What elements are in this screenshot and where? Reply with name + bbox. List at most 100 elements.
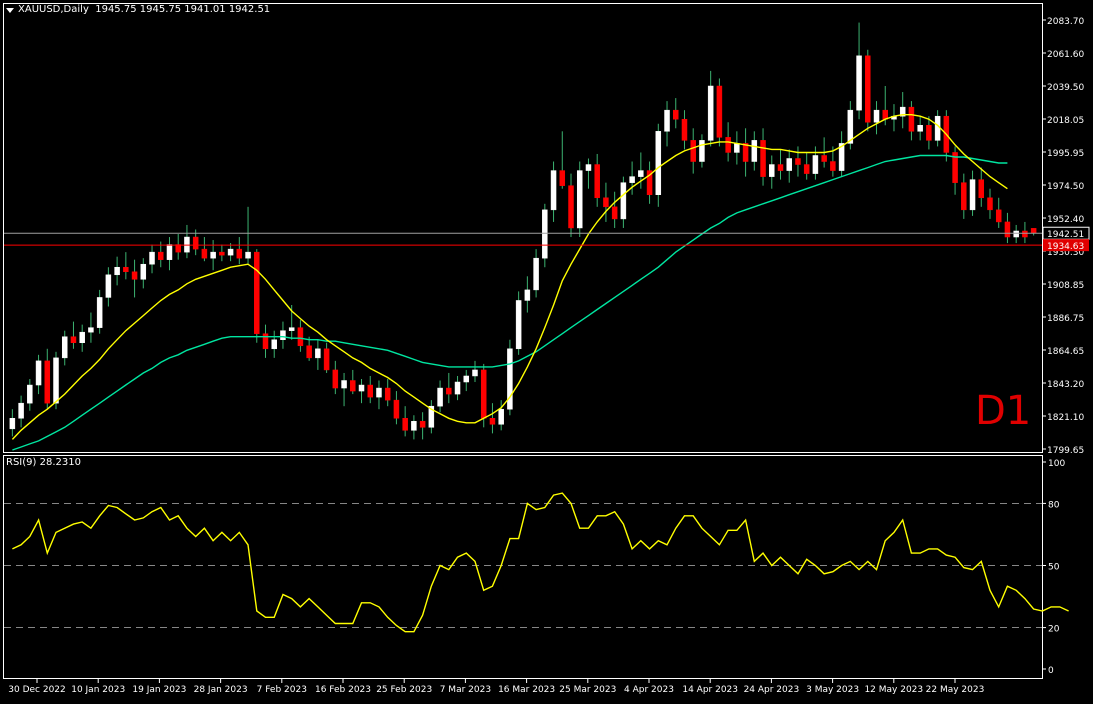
candle-body[interactable] xyxy=(926,125,932,141)
candle-body[interactable] xyxy=(463,375,470,383)
candle-body[interactable] xyxy=(367,384,373,398)
candle-body[interactable] xyxy=(341,380,347,389)
candle-body[interactable] xyxy=(297,327,304,347)
candle-body[interactable] xyxy=(603,197,609,208)
candle-body[interactable] xyxy=(498,408,504,425)
candle-body[interactable] xyxy=(88,327,94,333)
candle-body[interactable] xyxy=(594,164,600,199)
candle-body[interactable] xyxy=(358,384,365,392)
candle-body[interactable] xyxy=(219,251,225,256)
candle-body[interactable] xyxy=(70,336,77,344)
candle-body[interactable] xyxy=(830,161,836,171)
candle-body[interactable] xyxy=(568,185,574,229)
candle-body[interactable] xyxy=(271,339,277,350)
candle-body[interactable] xyxy=(620,182,627,220)
candle-body[interactable] xyxy=(707,85,714,141)
chart-canvas[interactable]: 2083.70 2061.60 2039.50 2018.05 1995.95 1974.… xyxy=(0,0,1093,700)
candle-body[interactable] xyxy=(777,164,784,171)
candle-body[interactable] xyxy=(140,263,147,280)
candle-body[interactable] xyxy=(1030,228,1037,234)
candle-body[interactable] xyxy=(35,360,42,386)
candle-body[interactable] xyxy=(734,143,740,153)
candle-body[interactable] xyxy=(149,251,155,265)
candle-body[interactable] xyxy=(411,421,417,431)
candle-body[interactable] xyxy=(402,418,408,431)
candle-body[interactable] xyxy=(515,300,522,350)
candle-body[interactable] xyxy=(550,170,557,211)
candle-body[interactable] xyxy=(742,143,749,162)
candle-body[interactable] xyxy=(9,418,16,430)
candle-body[interactable] xyxy=(865,55,871,123)
candle-body[interactable] xyxy=(655,131,662,195)
candle-body[interactable] xyxy=(995,209,1002,223)
candle-body[interactable] xyxy=(27,384,33,404)
candle-body[interactable] xyxy=(306,345,312,359)
candle-body[interactable] xyxy=(61,336,68,359)
candle-body[interactable] xyxy=(751,140,758,162)
candle-body[interactable] xyxy=(393,399,400,419)
candle-body[interactable] xyxy=(332,369,339,389)
candle-body[interactable] xyxy=(79,331,85,344)
candle-body[interactable] xyxy=(184,236,190,253)
candle-body[interactable] xyxy=(961,182,967,211)
candle-body[interactable] xyxy=(419,421,426,428)
candle-body[interactable] xyxy=(201,248,208,259)
candle-body[interactable] xyxy=(384,387,391,401)
candle-body[interactable] xyxy=(489,418,496,425)
candle-body[interactable] xyxy=(123,266,129,273)
candle-body[interactable] xyxy=(254,251,260,334)
candle-body[interactable] xyxy=(812,155,819,174)
candle-body[interactable] xyxy=(760,140,766,177)
candle-body[interactable] xyxy=(350,380,356,392)
candle-body[interactable] xyxy=(131,271,138,280)
candle-body[interactable] xyxy=(437,387,443,407)
candle-body[interactable] xyxy=(690,140,696,162)
candle-body[interactable] xyxy=(454,381,461,395)
candle-body[interactable] xyxy=(114,266,120,276)
candle-body[interactable] xyxy=(44,360,51,404)
candle-body[interactable] xyxy=(629,176,635,183)
candle-body[interactable] xyxy=(978,179,985,199)
candle-body[interactable] xyxy=(969,179,976,211)
candle-body[interactable] xyxy=(542,209,548,259)
candle-body[interactable] xyxy=(576,170,583,229)
candle-body[interactable] xyxy=(533,257,539,291)
candle-body[interactable] xyxy=(1004,221,1011,238)
candle-body[interactable] xyxy=(987,197,993,211)
candle-body[interactable] xyxy=(803,164,810,174)
candle-body[interactable] xyxy=(769,164,775,177)
candle-body[interactable] xyxy=(236,248,243,259)
candle-body[interactable] xyxy=(664,109,670,132)
candle-body[interactable] xyxy=(446,387,452,395)
candle-body[interactable] xyxy=(158,251,164,260)
candle-body[interactable] xyxy=(786,158,792,171)
candle-body[interactable] xyxy=(524,289,531,301)
candle-body[interactable] xyxy=(716,85,723,138)
candle-body[interactable] xyxy=(96,297,103,328)
candle-body[interactable] xyxy=(262,333,269,350)
candle-body[interactable] xyxy=(245,251,251,259)
candle-body[interactable] xyxy=(638,170,644,177)
candle-body[interactable] xyxy=(699,140,705,162)
price-panel[interactable] xyxy=(4,22,1042,451)
candle-body[interactable] xyxy=(166,244,173,260)
candle-body[interactable] xyxy=(53,357,59,404)
candle-body[interactable] xyxy=(673,109,679,120)
candle-body[interactable] xyxy=(376,387,382,398)
candle-body[interactable] xyxy=(105,274,112,298)
candle-body[interactable] xyxy=(192,236,199,250)
candle-body[interactable] xyxy=(480,369,487,419)
candle-body[interactable] xyxy=(323,348,330,371)
collapse-arrow-icon[interactable] xyxy=(6,8,14,13)
candle-body[interactable] xyxy=(472,369,478,377)
candle-body[interactable] xyxy=(934,115,941,141)
candle-body[interactable] xyxy=(227,248,234,256)
candle-body[interactable] xyxy=(1013,230,1019,238)
candle-body[interactable] xyxy=(559,170,566,186)
candle-body[interactable] xyxy=(210,251,216,259)
candle-body[interactable] xyxy=(611,206,618,220)
candle-body[interactable] xyxy=(908,106,915,132)
candle-body[interactable] xyxy=(917,125,923,132)
candle-body[interactable] xyxy=(288,327,295,331)
candle-body[interactable] xyxy=(18,402,24,419)
